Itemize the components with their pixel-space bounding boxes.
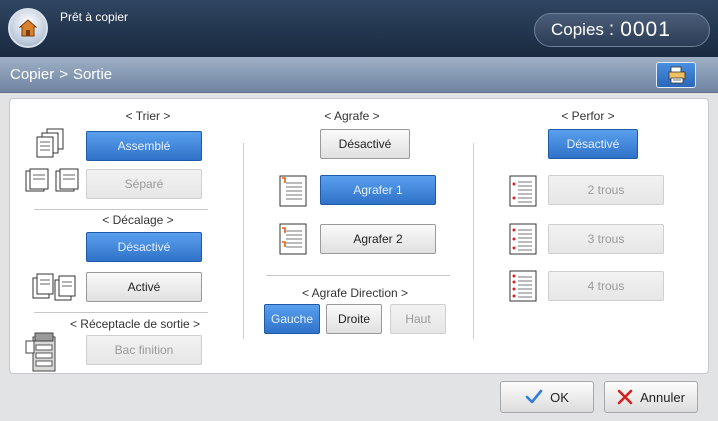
collate-icon [36, 128, 64, 158]
direction-haut-button[interactable]: Haut [390, 304, 446, 334]
copies-counter[interactable]: Copies : 0001 [534, 13, 710, 47]
trier-assemble-button[interactable]: Assemblé [86, 131, 202, 161]
status-text: Prêt à copier [60, 10, 129, 24]
middle-column-divider [473, 143, 474, 339]
left-column-divider [243, 143, 244, 339]
cancel-button[interactable]: Annuler [604, 381, 698, 413]
home-icon [18, 19, 38, 37]
copies-label: Copies [551, 20, 604, 39]
trier-divider [34, 209, 208, 210]
agrafe-direction-label: < Agrafe Direction > [301, 286, 409, 300]
top-status-bar: Prêt à copier Copies : 0001 [0, 0, 718, 57]
finisher-icon [25, 332, 56, 372]
agrafe-desactive-button[interactable]: Désactivé [320, 129, 410, 159]
direction-droite-button[interactable]: Droite [326, 304, 382, 334]
copy-output-screen: Prêt à copier Copies : 0001 Copier > Sorti… [0, 0, 718, 421]
agrafer-2-button[interactable]: Agrafer 2 [320, 224, 436, 254]
decalage-active-button[interactable]: Activé [86, 272, 202, 302]
check-icon [525, 389, 543, 404]
home-button[interactable] [8, 8, 48, 48]
decalage-label: < Décalage > [102, 213, 174, 227]
perfor-label: < Perfor > [561, 109, 615, 123]
copies-separator: : [608, 19, 615, 40]
breadcrumb-separator: > [59, 66, 68, 83]
receptacle-label: < Réceptacle de sortie > [69, 317, 201, 331]
perfor-2-trous-button[interactable]: 2 trous [548, 175, 664, 205]
breadcrumb-parent: Copier [10, 66, 55, 83]
trier-label: < Trier > [125, 109, 171, 123]
decalage-desactive-button[interactable]: Désactivé [86, 232, 202, 262]
staple-2-icon [279, 223, 307, 255]
job-status-button[interactable] [656, 62, 696, 88]
decalage-divider [34, 312, 208, 313]
ok-button[interactable]: OK [500, 381, 594, 413]
cancel-label: Annuler [640, 389, 685, 405]
separate-icon [25, 168, 79, 192]
agrafe-divider [266, 275, 450, 276]
perfor-desactive-button[interactable]: Désactivé [548, 129, 638, 159]
perfor-3-trous-button[interactable]: 3 trous [548, 224, 664, 254]
agrafer-1-button[interactable]: Agrafer 1 [320, 175, 436, 205]
punch-4-icon [509, 270, 537, 302]
punch-2-icon [509, 175, 537, 207]
breadcrumb: Copier > Sortie [10, 66, 112, 83]
perfor-4-trous-button[interactable]: 4 trous [548, 271, 664, 301]
cross-icon [617, 389, 633, 405]
direction-gauche-button[interactable]: Gauche [264, 304, 320, 334]
bac-finition-button[interactable]: Bac finition [86, 335, 202, 365]
agrafe-label: < Agrafe > [324, 109, 380, 123]
breadcrumb-bar: Copier > Sortie [0, 57, 718, 93]
staple-1-icon [279, 175, 307, 207]
ok-label: OK [550, 389, 569, 405]
output-options-panel: < Trier > Assemblé Séparé < Décalage > D… [9, 98, 709, 374]
offset-icon [32, 273, 76, 301]
trier-separe-button[interactable]: Séparé [86, 169, 202, 199]
breadcrumb-current: Sortie [72, 66, 113, 83]
copies-value: 0001 [620, 18, 671, 41]
job-status-icon [668, 66, 686, 84]
punch-3-icon [509, 223, 537, 255]
